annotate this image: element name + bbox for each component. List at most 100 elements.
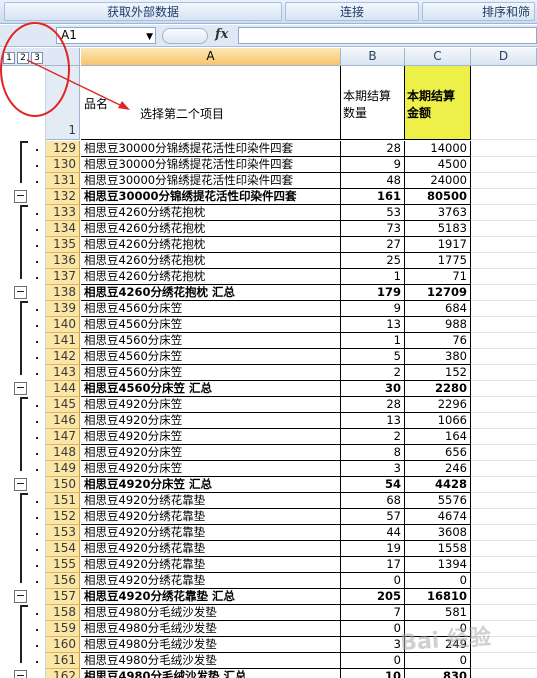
quantity-cell[interactable]: 3 [341,461,405,477]
amount-cell[interactable]: 24000 [405,173,471,189]
row-header[interactable]: 147 [46,429,80,445]
header-cell-c1[interactable]: 本期结算 金额 [405,66,471,140]
product-name-cell[interactable]: 相思豆4920分床笠 [81,445,341,461]
empty-cell[interactable] [471,461,537,477]
empty-cell[interactable] [471,253,537,269]
quantity-cell[interactable]: 44 [341,525,405,541]
product-name-cell[interactable]: 相思豆4560分床笠 [81,365,341,381]
empty-cell[interactable] [471,525,537,541]
row-header[interactable]: 139 [46,301,80,317]
amount-cell[interactable]: 3608 [405,525,471,541]
empty-cell[interactable] [471,349,537,365]
empty-cell[interactable] [471,573,537,589]
outline-level-2-button[interactable]: 2 [17,52,29,64]
quantity-cell[interactable]: 2 [341,365,405,381]
quantity-cell[interactable]: 25 [341,253,405,269]
empty-cell[interactable] [471,493,537,509]
product-name-cell[interactable]: 相思豆4920分床笠 汇总 [81,477,341,493]
amount-cell[interactable]: 830 [405,669,471,678]
amount-cell[interactable]: 581 [405,605,471,621]
amount-cell[interactable]: 2280 [405,381,471,397]
product-name-cell[interactable]: 相思豆4260分绣花抱枕 [81,269,341,285]
amount-cell[interactable]: 4428 [405,477,471,493]
quantity-cell[interactable]: 10 [341,669,405,678]
quantity-cell[interactable]: 161 [341,189,405,205]
column-header-d[interactable]: D [471,48,537,66]
product-name-cell[interactable]: 相思豆4560分床笠 [81,317,341,333]
amount-cell[interactable]: 14000 [405,141,471,157]
collapse-group-button[interactable]: − [14,190,27,203]
quantity-cell[interactable]: 1 [341,269,405,285]
row-header[interactable]: 140 [46,317,80,333]
product-name-cell[interactable]: 相思豆4920分绣花靠垫 [81,573,341,589]
empty-cell[interactable] [471,509,537,525]
product-name-cell[interactable]: 相思豆4260分绣花抱枕 [81,237,341,253]
empty-cell[interactable] [471,269,537,285]
empty-cell[interactable] [471,445,537,461]
row-header[interactable]: 137 [46,269,80,285]
product-name-cell[interactable]: 相思豆4560分床笠 汇总 [81,381,341,397]
row-header[interactable]: 153 [46,525,80,541]
amount-cell[interactable]: 152 [405,365,471,381]
quantity-cell[interactable]: 28 [341,141,405,157]
get-external-data-button[interactable]: 获取外部数据 [4,2,282,21]
product-name-cell[interactable]: 相思豆30000分锦绣提花活性印染件四套 [81,141,341,157]
amount-cell[interactable]: 5183 [405,221,471,237]
outline-level-3-button[interactable]: 3 [31,52,43,64]
column-header-b[interactable]: B [341,48,405,66]
amount-cell[interactable]: 2296 [405,397,471,413]
amount-cell[interactable]: 5576 [405,493,471,509]
product-name-cell[interactable]: 相思豆4920分绣花靠垫 [81,509,341,525]
row-header[interactable]: 130 [46,157,80,173]
quantity-cell[interactable]: 57 [341,509,405,525]
quantity-cell[interactable]: 28 [341,397,405,413]
name-box[interactable]: A1 ▼ [56,27,156,44]
quantity-cell[interactable]: 7 [341,605,405,621]
quantity-cell[interactable]: 19 [341,541,405,557]
row-header[interactable]: 133 [46,205,80,221]
quantity-cell[interactable]: 68 [341,493,405,509]
amount-cell[interactable]: 1558 [405,541,471,557]
column-header-c[interactable]: C [405,48,471,66]
amount-cell[interactable]: 4674 [405,509,471,525]
quantity-cell[interactable]: 9 [341,301,405,317]
quantity-cell[interactable]: 1 [341,333,405,349]
amount-cell[interactable]: 1775 [405,253,471,269]
product-name-cell[interactable]: 相思豆4260分绣花抱枕 [81,221,341,237]
quantity-cell[interactable]: 30 [341,381,405,397]
header-cell-a1[interactable]: 品名 [81,66,341,140]
empty-cell[interactable] [471,189,537,205]
empty-cell[interactable] [471,413,537,429]
collapse-group-button[interactable]: − [14,382,27,395]
row-header-1[interactable]: 1 [46,66,80,140]
product-name-cell[interactable]: 相思豆4980分毛绒沙发垫 [81,637,341,653]
row-header[interactable]: 138 [46,285,80,301]
product-name-cell[interactable]: 相思豆4560分床笠 [81,301,341,317]
row-header[interactable]: 145 [46,397,80,413]
row-header[interactable]: 143 [46,365,80,381]
quantity-cell[interactable]: 0 [341,653,405,669]
empty-cell[interactable] [471,365,537,381]
outline-level-1-button[interactable]: 1 [3,52,15,64]
empty-cell[interactable] [471,221,537,237]
sort-filter-button[interactable]: 排序和筛 [422,2,535,21]
amount-cell[interactable]: 80500 [405,189,471,205]
empty-cell[interactable] [471,669,537,678]
quantity-cell[interactable]: 0 [341,621,405,637]
empty-cell[interactable] [471,429,537,445]
row-header[interactable]: 148 [46,445,80,461]
row-header[interactable]: 152 [46,509,80,525]
row-header[interactable]: 144 [46,381,80,397]
empty-cell[interactable] [471,237,537,253]
empty-cell[interactable] [471,333,537,349]
quantity-cell[interactable]: 54 [341,477,405,493]
empty-cell[interactable] [471,381,537,397]
product-name-cell[interactable]: 相思豆4920分绣花靠垫 [81,493,341,509]
product-name-cell[interactable]: 相思豆30000分锦绣提花活性印染件四套 [81,157,341,173]
empty-cell[interactable] [471,141,537,157]
product-name-cell[interactable]: 相思豆4560分床笠 [81,333,341,349]
amount-cell[interactable]: 684 [405,301,471,317]
product-name-cell[interactable]: 相思豆4980分毛绒沙发垫 [81,605,341,621]
row-header[interactable]: 155 [46,557,80,573]
product-name-cell[interactable]: 相思豆4260分绣花抱枕 [81,253,341,269]
